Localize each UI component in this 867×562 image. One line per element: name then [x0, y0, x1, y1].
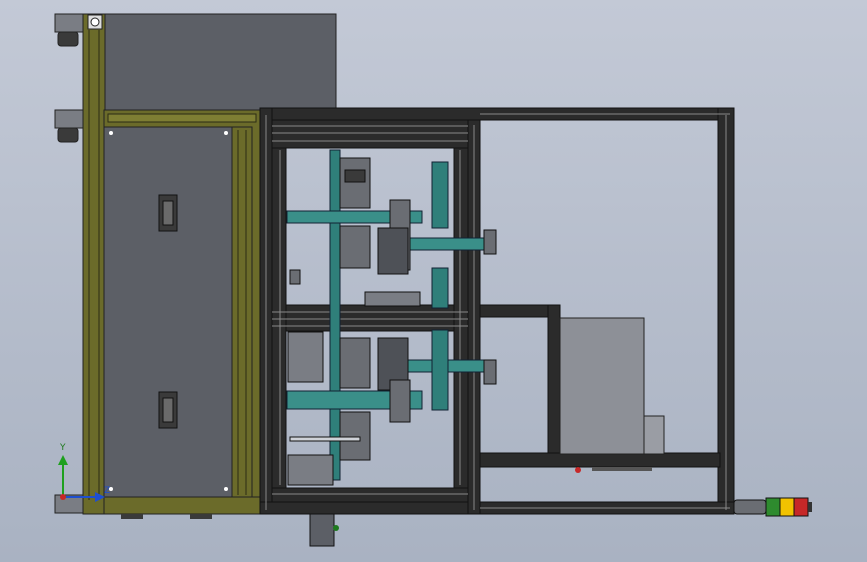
axis-y-label: Y [60, 443, 66, 453]
cabinet-door-panel [103, 126, 233, 498]
cad-viewport[interactable]: Y Z [0, 0, 867, 562]
door-handle-lower [158, 391, 178, 429]
door-handle-upper [158, 194, 178, 232]
bottom-motor [309, 513, 335, 547]
machine-drawing [54, 13, 812, 547]
left-olive-column [82, 13, 106, 515]
top-enclosure [103, 13, 337, 111]
caster-middle [54, 109, 84, 143]
gripper-assembly-upper [289, 157, 421, 307]
stack-light [733, 497, 812, 517]
axis-z-label: Z [104, 486, 111, 496]
control-box [559, 317, 645, 455]
caster-top [54, 13, 84, 47]
mounting-plate [329, 149, 341, 481]
